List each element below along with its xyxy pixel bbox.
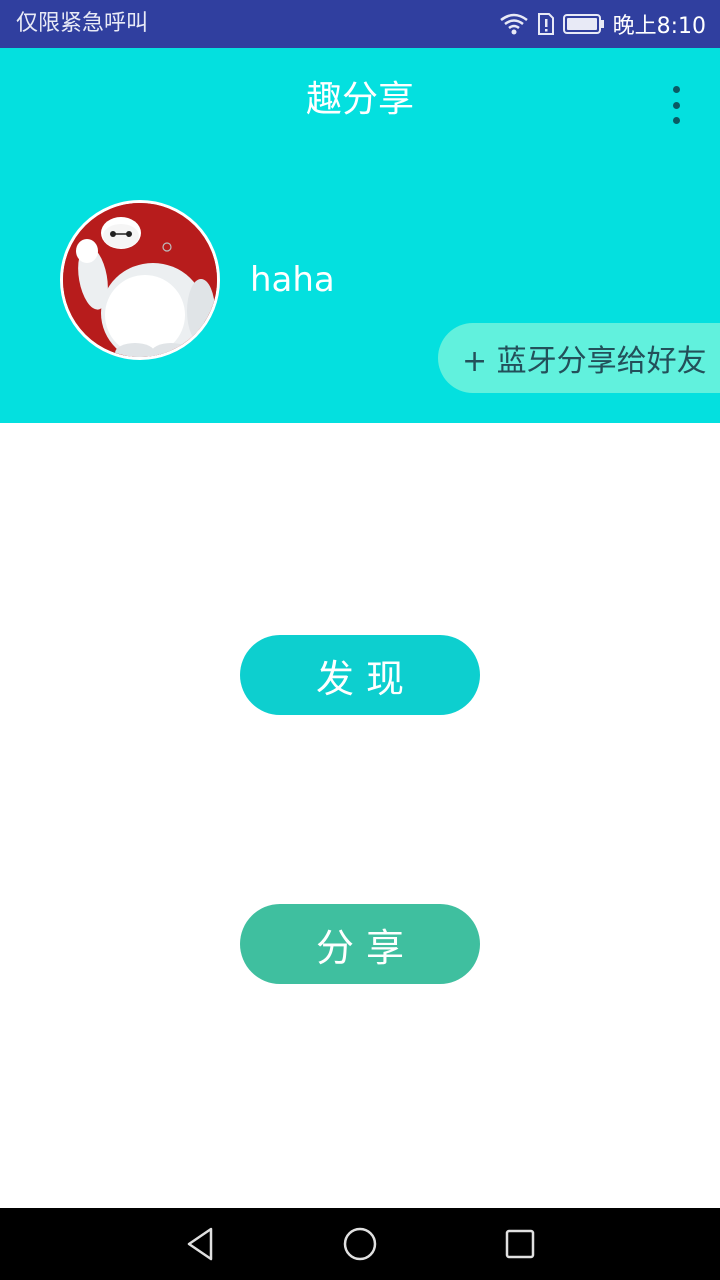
app-title: 趣分享 [305, 79, 414, 120]
recents-icon[interactable] [500, 1224, 540, 1264]
sim-alert-icon [537, 12, 555, 36]
navigation-bar [0, 1208, 720, 1280]
status-bar: 仅限紧急呼叫 晚上8:10 [0, 0, 720, 48]
share-button[interactable]: 分享 [240, 904, 480, 984]
status-icons: 晚上8:10 [499, 0, 706, 48]
battery-icon [562, 13, 605, 35]
discover-button[interactable]: 发现 [240, 635, 480, 715]
baymax-avatar [63, 203, 217, 357]
wifi-icon [499, 12, 529, 36]
back-icon[interactable] [180, 1224, 220, 1264]
username: haha [250, 260, 335, 300]
avatar[interactable] [60, 200, 220, 360]
overflow-menu-icon[interactable] [662, 86, 690, 124]
status-time: 晚上8:10 [612, 14, 706, 39]
profile-header: 趣分享 haha + 蓝牙分享给好友 [0, 48, 720, 423]
carrier-text: 仅限紧急呼叫 [16, 11, 149, 36]
home-icon[interactable] [340, 1224, 380, 1264]
bluetooth-share-button[interactable]: + 蓝牙分享给好友 [438, 323, 720, 393]
